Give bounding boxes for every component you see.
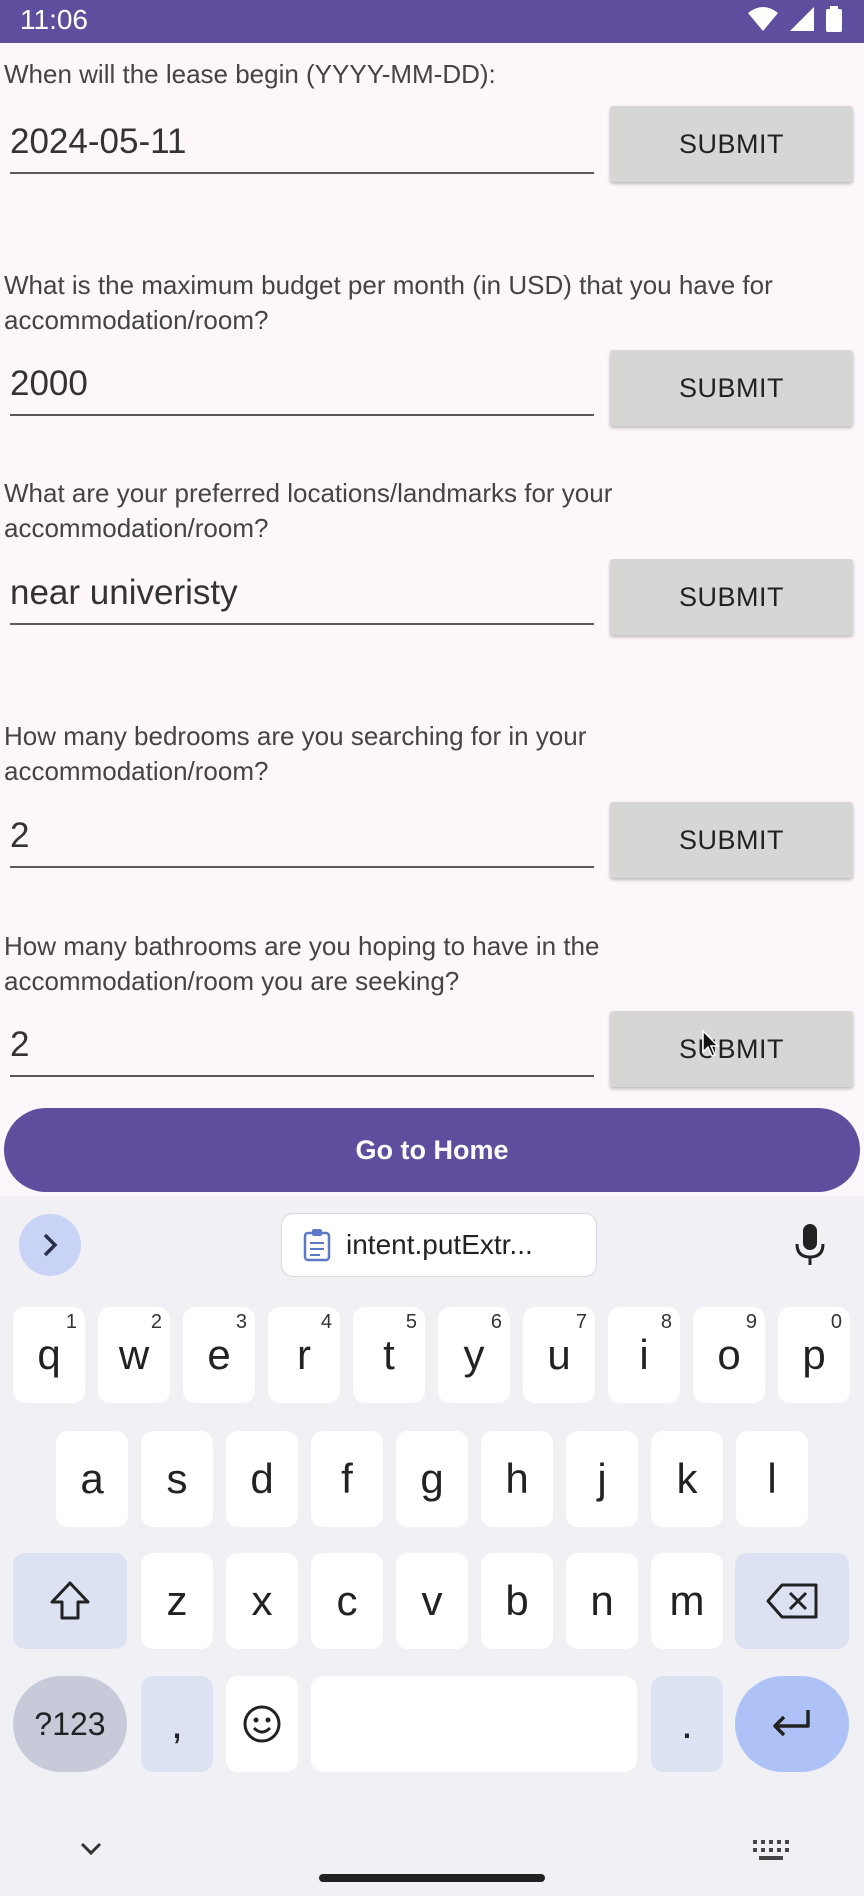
- keyboard-switch-icon[interactable]: [753, 1840, 789, 1860]
- mouse-cursor-icon: [702, 1030, 720, 1057]
- key-label: u: [547, 1331, 571, 1378]
- key-label: t: [383, 1331, 395, 1378]
- submit-button-bathrooms[interactable]: SUBMIT: [610, 1011, 853, 1087]
- key-v[interactable]: v: [396, 1553, 468, 1649]
- status-time: 11:06: [20, 4, 88, 35]
- emoji-key[interactable]: [226, 1676, 298, 1772]
- gesture-nav-handle[interactable]: [319, 1874, 545, 1882]
- key-y[interactable]: y6: [438, 1307, 510, 1403]
- clipboard-chip-label: intent.putExtr...: [346, 1229, 533, 1260]
- key-k[interactable]: k: [651, 1431, 723, 1527]
- question-label-lease-start: When will the lease begin (YYYY-MM-DD):: [4, 59, 496, 89]
- key-c[interactable]: c: [311, 1553, 383, 1649]
- key-label: e: [207, 1331, 231, 1378]
- symbols-key[interactable]: ?123: [13, 1676, 127, 1772]
- key-label: i: [639, 1331, 649, 1378]
- chevron-right-icon: [43, 1233, 58, 1257]
- bathrooms-input[interactable]: [10, 1015, 594, 1077]
- submit-button-budget[interactable]: SUBMIT: [610, 350, 853, 426]
- key-e[interactable]: e3: [183, 1307, 255, 1403]
- key-o[interactable]: o9: [693, 1307, 765, 1403]
- key-n[interactable]: n: [566, 1553, 638, 1649]
- key-l[interactable]: l: [736, 1431, 808, 1527]
- key-number-hint: 4: [320, 1311, 332, 1333]
- key-label: q: [37, 1331, 61, 1378]
- question-label-bedrooms: How many bedrooms are you searching for …: [4, 721, 587, 786]
- shift-icon: [50, 1581, 90, 1620]
- key-a[interactable]: a: [56, 1431, 128, 1527]
- key-d[interactable]: d: [226, 1431, 298, 1527]
- enter-key[interactable]: [735, 1676, 849, 1772]
- key-number-hint: 8: [660, 1311, 672, 1333]
- key-label: p: [802, 1331, 826, 1378]
- key-q[interactable]: q1: [13, 1307, 85, 1403]
- key-g[interactable]: g: [396, 1431, 468, 1527]
- key-f[interactable]: f: [311, 1431, 383, 1527]
- key-h[interactable]: h: [481, 1431, 553, 1527]
- key-number-hint: 3: [235, 1311, 247, 1333]
- key-z[interactable]: z: [141, 1553, 213, 1649]
- wifi-icon: [748, 7, 778, 31]
- key-number-hint: 1: [65, 1311, 77, 1333]
- key-u[interactable]: u7: [523, 1307, 595, 1403]
- expand-toolbar-button[interactable]: [19, 1214, 81, 1276]
- go-to-home-button[interactable]: Go to Home: [4, 1108, 860, 1192]
- budget-input[interactable]: [10, 354, 594, 416]
- microphone-icon[interactable]: [795, 1224, 825, 1266]
- key-label: r: [297, 1331, 311, 1378]
- emoji-icon: [243, 1705, 281, 1743]
- clipboard-icon: [303, 1229, 331, 1262]
- submit-button-locations[interactable]: SUBMIT: [610, 559, 853, 635]
- clipboard-suggestion-chip[interactable]: intent.putExtr...: [281, 1213, 597, 1277]
- signal-icon: [790, 7, 814, 31]
- period-key[interactable]: .: [651, 1676, 723, 1772]
- key-number-hint: 6: [490, 1311, 502, 1333]
- locations-input[interactable]: [10, 563, 594, 625]
- key-m[interactable]: m: [651, 1553, 723, 1649]
- key-b[interactable]: b: [481, 1553, 553, 1649]
- submit-button-lease-start[interactable]: SUBMIT: [610, 106, 853, 182]
- shift-key[interactable]: [13, 1553, 127, 1649]
- key-r[interactable]: r4: [268, 1307, 340, 1403]
- question-label-locations: What are your preferred locations/landma…: [4, 478, 613, 543]
- backspace-icon: [766, 1583, 818, 1619]
- key-number-hint: 5: [405, 1311, 417, 1333]
- key-i[interactable]: i8: [608, 1307, 680, 1403]
- key-number-hint: 2: [150, 1311, 162, 1333]
- key-label: w: [118, 1331, 150, 1378]
- battery-icon: [826, 6, 842, 32]
- soft-keyboard: intent.putExtr... q1w2e3r4t5y6u7i8o9p0 a…: [0, 1196, 864, 1896]
- key-number-hint: 9: [745, 1311, 757, 1333]
- submit-button-bedrooms[interactable]: SUBMIT: [610, 802, 853, 878]
- key-x[interactable]: x: [226, 1553, 298, 1649]
- space-key[interactable]: [311, 1676, 637, 1772]
- key-j[interactable]: j: [566, 1431, 638, 1527]
- key-number-hint: 7: [575, 1311, 587, 1333]
- comma-key[interactable]: ,: [141, 1676, 213, 1772]
- question-label-bathrooms: How many bathrooms are you hoping to hav…: [4, 931, 600, 996]
- key-t[interactable]: t5: [353, 1307, 425, 1403]
- bedrooms-input[interactable]: [10, 806, 594, 868]
- key-w[interactable]: w2: [98, 1307, 170, 1403]
- enter-icon: [773, 1710, 810, 1737]
- key-p[interactable]: p0: [778, 1307, 850, 1403]
- status-bar: 11:06: [0, 0, 864, 43]
- key-label: o: [717, 1331, 741, 1378]
- question-label-budget: What is the maximum budget per month (in…: [4, 270, 773, 335]
- hide-keyboard-icon[interactable]: [80, 1842, 102, 1856]
- status-icons: [748, 6, 842, 32]
- key-s[interactable]: s: [141, 1431, 213, 1527]
- key-label: y: [463, 1331, 485, 1378]
- backspace-key[interactable]: [735, 1553, 849, 1649]
- lease-start-input[interactable]: [10, 112, 594, 174]
- key-number-hint: 0: [830, 1311, 842, 1333]
